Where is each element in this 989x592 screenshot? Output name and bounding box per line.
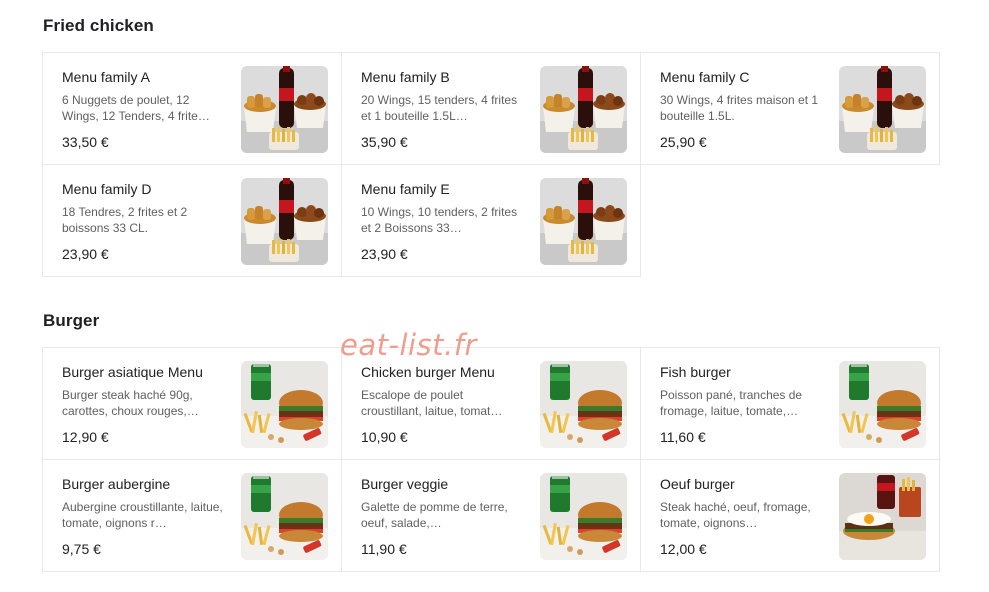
section-title-fried-chicken: Fried chicken (43, 16, 154, 35)
burger-photo (839, 361, 926, 448)
menu-item-card[interactable]: Menu family E 10 Wings, 10 tenders, 2 fr… (342, 165, 641, 277)
menu-item-name: Oeuf burger (660, 476, 735, 492)
menu-item-description: 30 Wings, 4 frites maison et 1 bouteille… (660, 93, 819, 123)
menu-item-price: 9,75 € (62, 541, 101, 557)
menu-item-name: Menu family E (361, 181, 450, 197)
menu-item-card[interactable]: Chicken burger Menu Escalope de poulet c… (342, 348, 641, 460)
menu-item-card[interactable]: Fish burger Poisson pané, tranches de fr… (641, 348, 940, 460)
chicken-bucket-photo (241, 178, 328, 265)
burger-photo (241, 361, 328, 448)
menu-item-card[interactable]: Burger veggie Galette de pomme de terre,… (342, 460, 641, 572)
chicken-bucket-photo (540, 66, 627, 153)
menu-item-card[interactable]: Menu family B 20 Wings, 15 tenders, 4 fr… (342, 53, 641, 165)
menu-item-name: Burger asiatique Menu (62, 364, 203, 380)
burger-photo (540, 361, 627, 448)
menu-item-price: 33,50 € (62, 134, 109, 150)
menu-item-name: Menu family C (660, 69, 750, 85)
menu-item-description: Burger steak haché 90g, carottes, choux … (62, 388, 199, 418)
menu-item-price: 11,60 € (660, 429, 706, 445)
menu-grid-burger: Burger asiatique Menu Burger steak haché… (42, 347, 940, 572)
chicken-bucket-photo (540, 178, 627, 265)
egg-burger-photo (839, 473, 926, 560)
menu-item-card[interactable]: Burger asiatique Menu Burger steak haché… (43, 348, 342, 460)
menu-item-description: Escalope de poulet croustillant, laitue,… (361, 388, 503, 418)
menu-item-name: Menu family A (62, 69, 150, 85)
burger-photo (241, 473, 328, 560)
menu-item-card[interactable]: Burger aubergine Aubergine croustillante… (43, 460, 342, 572)
menu-item-card[interactable]: Menu family C 30 Wings, 4 frites maison … (641, 53, 940, 165)
menu-item-name: Menu family B (361, 69, 450, 85)
menu-item-name: Burger aubergine (62, 476, 171, 492)
menu-item-description: 6 Nuggets de poulet, 12 Wings, 12 Tender… (62, 93, 210, 123)
menu-item-description: 20 Wings, 15 tenders, 4 frites et 1 bout… (361, 93, 518, 123)
burger-photo (540, 473, 627, 560)
menu-item-description: 18 Tendres, 2 frites et 2 boissons 33 CL… (62, 205, 188, 235)
menu-grid-fried-chicken: Menu family A 6 Nuggets de poulet, 12 Wi… (42, 52, 940, 277)
menu-item-description: Galette de pomme de terre, oeuf, salade,… (361, 500, 508, 530)
menu-item-price: 35,90 € (361, 134, 408, 150)
chicken-bucket-photo (839, 66, 926, 153)
section-title-burger: Burger (43, 311, 100, 330)
menu-item-description: Steak haché, oeuf, fromage, tomate, oign… (660, 500, 811, 530)
menu-item-price: 23,90 € (62, 246, 109, 262)
menu-item-description: Poisson pané, tranches de fromage, laitu… (660, 388, 803, 418)
menu-item-description: 10 Wings, 10 tenders, 2 frites et 2 Bois… (361, 205, 518, 235)
chicken-bucket-photo (241, 66, 328, 153)
menu-item-card[interactable]: Menu family D 18 Tendres, 2 frites et 2 … (43, 165, 342, 277)
menu-item-price: 23,90 € (361, 246, 408, 262)
menu-item-price: 25,90 € (660, 134, 707, 150)
watermark: eat-list.fr (340, 328, 477, 362)
menu-item-price: 11,90 € (361, 541, 407, 557)
menu-item-description: Aubergine croustillante, laitue, tomate,… (62, 500, 223, 530)
menu-item-name: Chicken burger Menu (361, 364, 495, 380)
menu-item-card[interactable]: Menu family A 6 Nuggets de poulet, 12 Wi… (43, 53, 342, 165)
menu-item-name: Fish burger (660, 364, 731, 380)
menu-item-price: 12,90 € (62, 429, 109, 445)
menu-item-card[interactable]: Oeuf burger Steak haché, oeuf, fromage, … (641, 460, 940, 572)
menu-item-price: 12,00 € (660, 541, 707, 557)
menu-item-price: 10,90 € (361, 429, 408, 445)
menu-item-name: Menu family D (62, 181, 152, 197)
menu-item-name: Burger veggie (361, 476, 449, 492)
